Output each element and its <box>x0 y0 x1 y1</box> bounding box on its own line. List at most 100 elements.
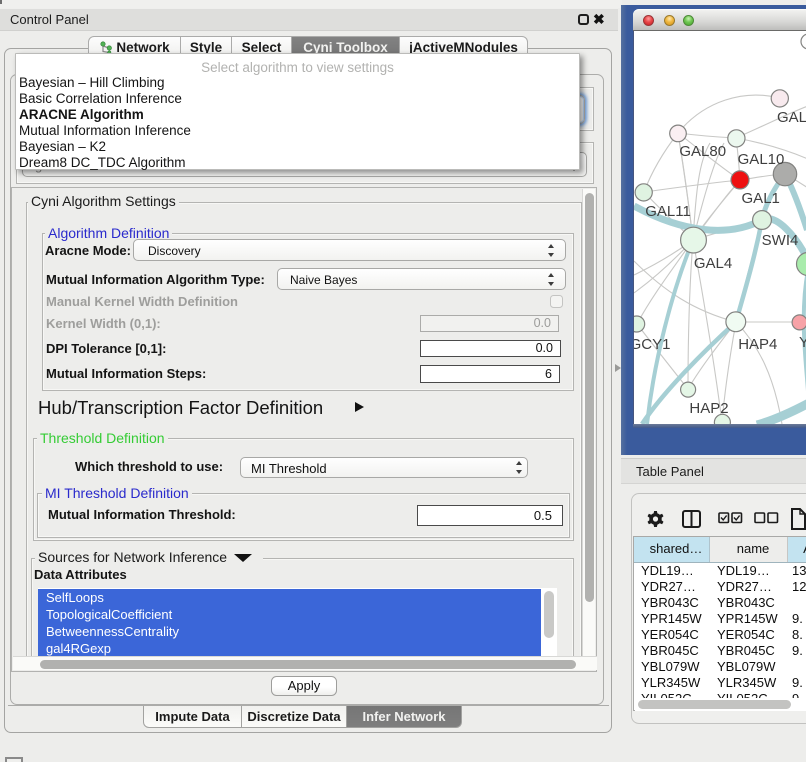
table-cell: YBL079W <box>641 659 700 674</box>
network-node-gal10[interactable] <box>728 130 745 147</box>
node-table[interactable]: shared…nameAYDL19…YDL19…13YDR27…YDR27…12… <box>633 536 806 711</box>
algorithm-option[interactable]: Basic Correlation Inference <box>16 91 576 107</box>
table-cell: 8. <box>792 627 803 642</box>
table-row[interactable]: YDR27…YDR27…12 <box>634 579 806 595</box>
table-cell: YER054C <box>717 627 775 642</box>
network-node-gal-pink[interactable] <box>771 90 788 107</box>
dpi-field[interactable]: 0.0 <box>420 340 561 357</box>
network-node-gal1[interactable] <box>731 171 749 189</box>
split-columns-icon[interactable] <box>683 511 700 527</box>
algorithm-option[interactable]: Bayesian – K2 <box>16 139 576 155</box>
column-header-name[interactable]: name <box>710 537 788 562</box>
mi-threshold-label: Mutual Information Threshold: <box>48 507 236 522</box>
sources-collapse-icon[interactable] <box>234 554 252 562</box>
network-edge <box>678 95 779 133</box>
network-node-label: HAP4 <box>738 336 777 353</box>
table-cell: YBR045C <box>641 643 699 658</box>
close-icon[interactable]: ✖ <box>593 11 605 28</box>
horizontal-scrollbar[interactable] <box>13 656 597 670</box>
table-row[interactable]: YLR345W YLR345W 9. <box>634 675 806 691</box>
sources-group-title: Sources for Network Inference <box>35 549 230 566</box>
attribute-item[interactable]: BetweennessCentrality <box>38 623 541 640</box>
table-cell: YPR145W <box>717 611 778 626</box>
column-header-A[interactable]: A <box>788 537 806 562</box>
control-panel-title: Control Panel <box>10 12 89 27</box>
column-header-shared…[interactable]: shared… <box>634 537 710 562</box>
network-edge <box>637 240 693 324</box>
table-cell: 9. <box>792 675 803 690</box>
dock-grip[interactable] <box>5 757 23 762</box>
algorithm-option[interactable]: Dream8 DC_TDC Algorithm <box>16 155 576 171</box>
aracne-mode-value: Discovery <box>148 244 201 258</box>
table-cell: YDR27… <box>717 579 772 594</box>
table-cell: YLR345W <box>641 675 700 690</box>
splitter-collapse-icon[interactable] <box>615 364 621 372</box>
network-node-hap2[interactable] <box>681 382 696 397</box>
table-row[interactable]: YBR043C YBR043C <box>634 595 806 611</box>
network-edge <box>644 180 740 192</box>
table-cell: YPR145W <box>641 611 702 626</box>
control-panel-titlebar[interactable]: Control Panel ✖ <box>0 8 618 31</box>
table-horizontal-scrollbar[interactable] <box>635 698 806 711</box>
manual-kernel-checkbox[interactable] <box>550 295 563 308</box>
unchecked-pair-icon[interactable] <box>755 513 778 523</box>
list-scrollbar-thumb[interactable] <box>544 591 554 638</box>
mi-threshold-field[interactable]: 0.5 <box>417 505 563 526</box>
network-node-label: GAL1 <box>742 190 780 207</box>
apply-button[interactable]: Apply <box>271 676 337 696</box>
table-row[interactable]: YBL079W YBL079W <box>634 659 806 675</box>
table-row[interactable]: YBR045CYBR045C9. <box>634 643 806 659</box>
table-cell: YBR043C <box>717 595 775 610</box>
network-node-label: GAL11 <box>645 203 691 220</box>
network-node-big-green[interactable] <box>797 253 806 276</box>
hub-expand-icon[interactable] <box>355 402 364 412</box>
table-panel-title: Table Panel <box>636 464 704 479</box>
attribute-item[interactable]: SelfLoops <box>38 589 541 606</box>
table-cell: YLR345W <box>717 675 776 690</box>
table-scrollbar-thumb[interactable] <box>638 700 791 709</box>
network-canvas[interactable]: GALGAL80GAL10GAL1GAL11SWI4GAL4HAP4YGCY1H… <box>633 31 806 424</box>
network-node-gal80[interactable] <box>670 125 687 142</box>
tab-infer-network[interactable]: Infer Network <box>347 706 462 728</box>
table-row[interactable]: YDL19…YDL19…13 <box>634 563 806 579</box>
table-cell: YBR043C <box>641 595 699 610</box>
mi-steps-field[interactable]: 6 <box>420 365 560 383</box>
table-row[interactable]: YPR145WYPR145W9. <box>634 611 806 627</box>
table-cell: YDL19… <box>641 563 694 578</box>
network-window-titlebar[interactable] <box>633 9 806 31</box>
table-cell: YBL079W <box>717 659 776 674</box>
mi-type-label: Mutual Information Algorithm Type: <box>46 272 265 287</box>
horizontal-scrollbar-thumb[interactable] <box>40 660 576 669</box>
network-node-gal4[interactable] <box>681 227 707 253</box>
network-node-top-partial[interactable] <box>801 34 806 49</box>
minimize-traffic-light[interactable] <box>664 15 675 26</box>
network-node-salmon-y[interactable] <box>792 315 806 330</box>
network-node-gcy1[interactable] <box>634 316 645 332</box>
table-panel-titlebar[interactable]: Table Panel <box>621 458 806 484</box>
vertical-scrollbar-thumb[interactable] <box>585 193 595 602</box>
gear-icon[interactable] <box>648 511 664 527</box>
document-icon[interactable] <box>792 509 805 529</box>
attribute-item[interactable]: gal4RGexp <box>38 640 541 656</box>
network-node-hap4[interactable] <box>726 312 746 332</box>
network-node-label: HAP2 <box>689 400 728 417</box>
kernel-width-field[interactable]: 0.0 <box>420 315 559 332</box>
algorithm-option[interactable]: Bayesian – Hill Climbing <box>16 75 576 91</box>
tab-impute-data[interactable]: Impute Data <box>143 706 242 728</box>
close-traffic-light[interactable] <box>643 15 654 26</box>
network-view-window[interactable]: GALGAL80GAL10GAL1GAL11SWI4GAL4HAP4YGCY1H… <box>633 9 806 428</box>
data-attributes-list[interactable]: SelfLoopsTopologicalCoefficientBetweenne… <box>38 588 557 656</box>
attribute-item[interactable]: TopologicalCoefficient <box>38 606 541 623</box>
network-node-gal11[interactable] <box>635 184 652 201</box>
checked-pair-icon[interactable] <box>719 513 742 523</box>
tab-discretize-data[interactable]: Discretize Data <box>242 706 347 728</box>
float-window-icon[interactable] <box>578 14 589 25</box>
cyni-bottom-tabs: Impute DataDiscretize DataInfer Network <box>143 706 462 728</box>
algorithm-option[interactable]: Mutual Information Inference <box>16 123 576 139</box>
algorithm-option[interactable]: ARACNE Algorithm <box>16 107 576 123</box>
vertical-scrollbar[interactable] <box>582 189 595 656</box>
table-row[interactable]: YER054CYER054C8. <box>634 627 806 643</box>
zoom-traffic-light[interactable] <box>683 15 694 26</box>
network-edge <box>644 133 678 192</box>
network-node-swi4[interactable] <box>753 211 772 230</box>
